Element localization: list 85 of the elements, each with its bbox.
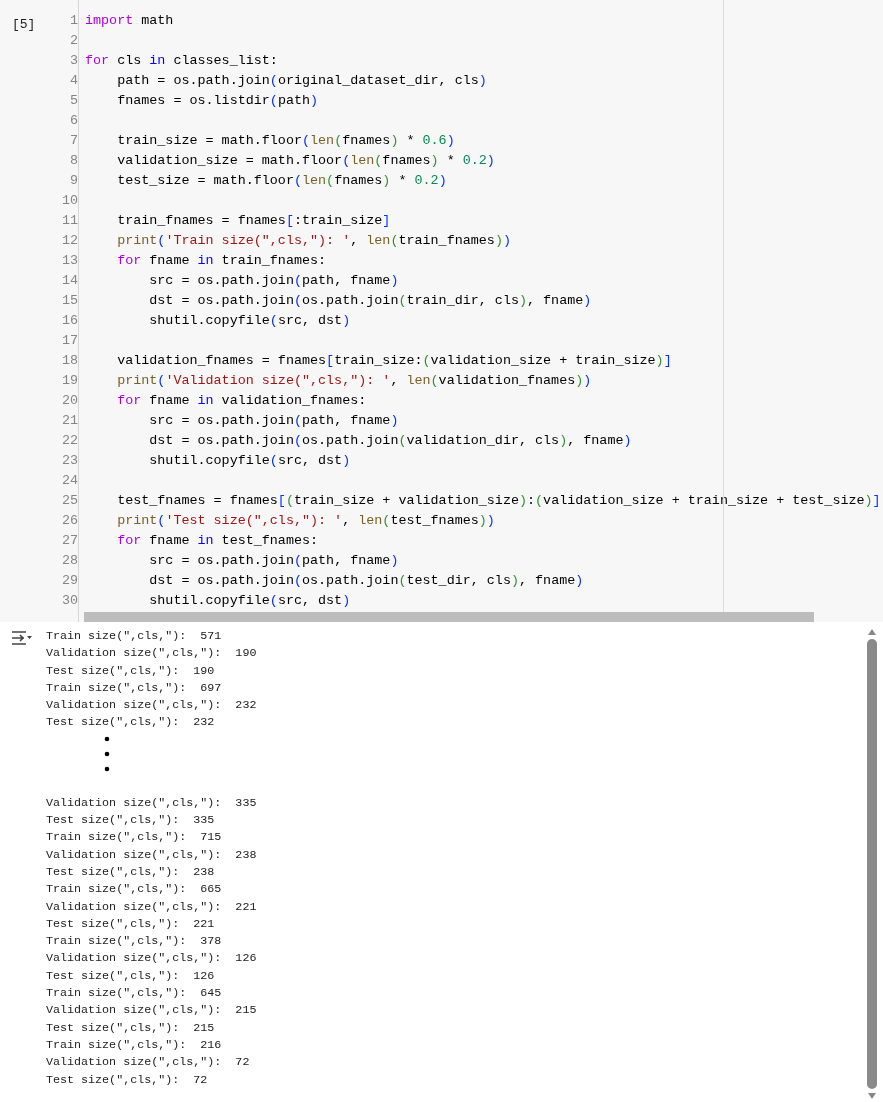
- line-number: 3: [69, 52, 78, 70]
- code-line: path = os.path.join(original_dataset_dir, cls): [116, 72, 487, 90]
- code-line: src = os.path.join(path, fname): [148, 412, 399, 430]
- code-line: shutil.copyfile(src, dst): [148, 452, 351, 470]
- output-line: Train size(",cls,"): 665: [46, 881, 222, 899]
- line-number: 26: [61, 512, 78, 530]
- code-line: train_size = math.floor(len(fnames) * 0.6): [116, 132, 455, 150]
- code-line: fnames = os.listdir(path): [116, 92, 319, 110]
- line-number: 8: [69, 152, 78, 170]
- line-number: 22: [61, 432, 78, 450]
- vertical-ellipsis-icon: [104, 735, 110, 772]
- output-line: Validation size(",cls,"): 190: [46, 645, 257, 663]
- output-line: Train size(",cls,"): 697: [46, 679, 222, 697]
- output-line: Validation size(",cls,"): 215: [46, 1002, 257, 1020]
- output-toggle-icon[interactable]: [11, 631, 33, 645]
- code-line: shutil.copyfile(src, dst): [148, 592, 351, 610]
- line-number: 25: [61, 492, 78, 510]
- output-line: Validation size(",cls,"): 238: [46, 846, 257, 864]
- line-number: 23: [61, 452, 78, 470]
- output-line: Train size(",cls,"): 571: [46, 628, 222, 645]
- output-line: Validation size(",cls,"): 126: [46, 950, 257, 968]
- output-line: Test size(",cls,"): 72: [46, 1071, 208, 1089]
- code-line: for fname in validation_fnames:: [116, 392, 367, 410]
- code-line: dst = os.path.join(os.path.join(validation_dir, cls), fname): [148, 432, 632, 450]
- execution-count: [5]: [12, 17, 36, 32]
- code-line: src = os.path.join(path, fname): [148, 272, 399, 290]
- code-line: validation_fnames = fnames[train_size:(validation_size + train_size)]: [116, 352, 672, 370]
- output-line: Train size(",cls,"): 378: [46, 933, 222, 951]
- line-number: 7: [69, 132, 78, 150]
- code-line: dst = os.path.join(os.path.join(test_dir, cls), fname): [148, 572, 584, 590]
- output-line: Test size(",cls,"): 126: [46, 967, 215, 985]
- code-line: import math: [85, 12, 174, 30]
- code-line: dst = os.path.join(os.path.join(train_dir, cls), fname): [148, 292, 592, 310]
- code-line: shutil.copyfile(src, dst): [148, 312, 351, 330]
- line-number: 21: [61, 412, 78, 430]
- vertical-scrollbar-thumb[interactable]: [867, 639, 877, 1089]
- output-line: Validation size(",cls,"): 232: [46, 697, 257, 715]
- line-number: 19: [61, 372, 78, 390]
- code-line: src = os.path.join(path, fname): [148, 552, 399, 570]
- code-line: print('Train size(",cls,"): ', len(train_fnames)): [116, 232, 511, 250]
- line-number: 11: [61, 212, 78, 230]
- line-number: 27: [61, 532, 78, 550]
- line-number: 12: [61, 232, 78, 250]
- line-number: 28: [61, 552, 78, 570]
- line-number: 5: [69, 92, 78, 110]
- line-number: 15: [61, 292, 78, 310]
- line-number: 2: [69, 32, 78, 50]
- line-number: 18: [61, 352, 78, 370]
- code-line: train_fnames = fnames[:train_size]: [116, 212, 391, 230]
- output-line: Test size(",cls,"): 190: [46, 662, 215, 680]
- output-line: Train size(",cls,"): 715: [46, 829, 222, 847]
- line-number: 10: [61, 192, 78, 210]
- line-number: 4: [69, 72, 78, 90]
- line-number: 17: [61, 332, 78, 350]
- line-number: 24: [61, 472, 78, 490]
- line-number: 20: [61, 392, 78, 410]
- output-line: Train size(",cls,"): 645: [46, 985, 222, 1003]
- line-number: 13: [61, 252, 78, 270]
- scroll-up-arrow-icon[interactable]: [867, 628, 877, 636]
- horizontal-scrollbar[interactable]: [84, 612, 814, 622]
- line-number: 29: [61, 572, 78, 590]
- output-line: Train size(",cls,"): 216: [46, 1036, 222, 1054]
- output-line: Test size(",cls,"): 215: [46, 1019, 215, 1037]
- line-number: 9: [69, 172, 78, 190]
- line-number: 14: [61, 272, 78, 290]
- output-line: Test size(",cls,"): 335: [46, 812, 215, 830]
- code-line: for fname in train_fnames:: [116, 252, 327, 270]
- code-line: print('Validation size(",cls,"): ', len(validation_fnames)): [116, 372, 592, 390]
- code-line: test_fnames = fnames[(train_size + validation_size):(validation_size + train_size + test_size)]: [116, 492, 881, 510]
- output-line: Validation size(",cls,"): 221: [46, 898, 257, 916]
- line-number: 30: [61, 592, 78, 610]
- code-line: for cls in classes_list:: [85, 52, 278, 70]
- output-line: Test size(",cls,"): 232: [46, 714, 215, 732]
- line-number: 1: [69, 12, 78, 30]
- output-line: Test size(",cls,"): 221: [46, 915, 215, 933]
- code-line: test_size = math.floor(len(fnames) * 0.2): [116, 172, 447, 190]
- code-line: print('Test size(",cls,"): ', len(test_fnames)): [116, 512, 495, 530]
- scroll-down-arrow-icon[interactable]: [867, 1092, 877, 1100]
- line-number: 6: [69, 112, 78, 130]
- output-line: Validation size(",cls,"): 72: [46, 1054, 250, 1072]
- output-line: Validation size(",cls,"): 335: [46, 794, 257, 812]
- code-line: validation_size = math.floor(len(fnames) * 0.2): [116, 152, 495, 170]
- output-line: Test size(",cls,"): 238: [46, 863, 215, 881]
- code-line: for fname in test_fnames:: [116, 532, 319, 550]
- line-number: 16: [61, 312, 78, 330]
